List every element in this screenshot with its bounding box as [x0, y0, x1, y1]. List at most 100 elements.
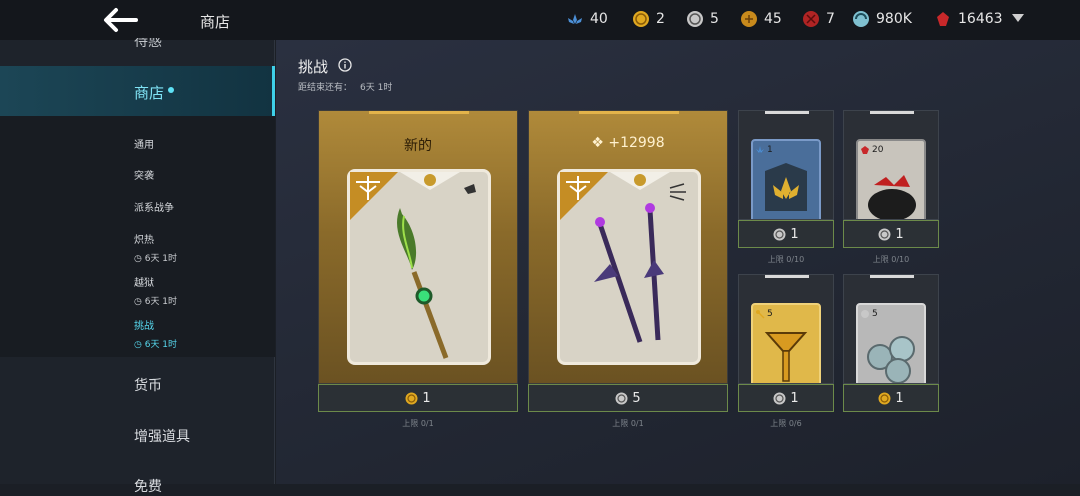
sidebar-item-currency[interactable]: 货币 — [134, 375, 162, 395]
currency-bronze-value: 45 — [764, 11, 782, 27]
submenu-item-label: 炽热 — [134, 235, 154, 246]
card-top-accent — [369, 111, 469, 114]
currency-red[interactable]: 7 — [802, 10, 835, 28]
card-header-value: +12998 — [608, 135, 665, 151]
currency-red-value: 7 — [826, 11, 835, 27]
twin-daggers-icon — [566, 172, 686, 343]
offer-card-daggers[interactable]: ❖ +12998 — [528, 110, 728, 384]
top-bar: 商店 40 2 5 45 7 980K 16463 — [0, 0, 1080, 40]
item-quantity: 5 — [767, 309, 773, 319]
sidebar: 待惑 商店 通用 突袭 派系战争 炽热 ◷ 6天 1时 越狱 ◷ 6天 1时 挑… — [0, 38, 275, 495]
notification-dot — [168, 87, 174, 93]
silver-coin-icon — [861, 310, 869, 318]
purchase-limit: 上限 0/1 — [612, 419, 644, 428]
purchase-limit: 上限 0/10 — [872, 255, 910, 264]
buy-button-gem-pouch[interactable]: 1 — [843, 220, 939, 248]
currency-gold-value: 2 — [656, 11, 665, 27]
submenu-item-timer: ◷ 6天 1时 — [134, 297, 178, 307]
currency-lotus-value: 40 — [590, 11, 608, 27]
offer-card-silver-coins[interactable]: 5 — [843, 274, 939, 384]
sidebar-item-shop[interactable]: 商店 — [0, 66, 275, 116]
red-coin-icon — [803, 11, 819, 27]
bronze-coin-icon — [741, 11, 757, 27]
submenu-item-label: 越狱 — [134, 278, 154, 289]
submenu-item-faction-war[interactable]: 派系战争 — [134, 199, 174, 214]
item-quantity: 20 — [872, 145, 884, 155]
silver-coin-icon — [615, 392, 628, 404]
sidebar-item-shop-label: 商店 — [134, 84, 165, 102]
page-title: 商店 — [200, 13, 231, 31]
submenu-item-timer: ◷ 6天 1时 — [134, 254, 178, 264]
submenu-item-challenge[interactable]: 挑战 ◷ 6天 1时 — [134, 317, 177, 350]
expand-currencies-icon[interactable] — [1012, 14, 1024, 22]
silver-coin-icon — [687, 11, 703, 27]
currency-silver-value: 5 — [710, 11, 719, 27]
currency-gold[interactable]: 2 — [632, 10, 665, 28]
item-quantity: 1 — [767, 145, 773, 155]
back-arrow-icon[interactable] — [100, 6, 140, 34]
sparkle-icon: ❖ — [591, 135, 609, 151]
countdown-label: 距结束还有： — [298, 83, 353, 93]
currency-gem-value: 16463 — [958, 11, 1003, 27]
lotus-icon — [568, 14, 582, 24]
item-art-frame — [347, 169, 491, 365]
submenu-item-label: 挑战 — [134, 321, 154, 332]
purchase-limit: 上限 0/1 — [402, 419, 434, 428]
red-gem-icon — [861, 146, 869, 154]
currency-energy[interactable]: 980K — [852, 10, 912, 28]
gold-coin-icon — [633, 11, 649, 27]
info-icon[interactable] — [338, 58, 352, 72]
offer-card-spear[interactable]: 新的 — [318, 110, 518, 384]
card-top-accent — [870, 275, 914, 278]
sidebar-item-free[interactable]: 免费 — [134, 476, 162, 496]
buy-button-silver-coins[interactable]: 1 — [843, 384, 939, 412]
energy-orb-icon — [853, 11, 869, 27]
price-value: 1 — [790, 390, 799, 406]
currency-bronze[interactable]: 45 — [740, 10, 782, 28]
item-art-frame — [557, 169, 701, 365]
currency-lotus[interactable]: 40 — [566, 10, 608, 28]
timer-text: 6天 1时 — [144, 340, 178, 350]
silver-coin-icon — [878, 228, 891, 240]
gold-coin-icon — [405, 392, 418, 404]
price-value: 1 — [895, 390, 904, 406]
section-title: 挑战 — [298, 58, 329, 76]
buy-button-spear[interactable]: 1 — [318, 384, 518, 412]
sidebar-item-boosts[interactable]: 增强道具 — [134, 426, 190, 446]
currency-gem[interactable]: 16463 — [934, 10, 1003, 28]
submenu-item-general[interactable]: 通用 — [134, 136, 154, 151]
currency-silver[interactable]: 5 — [686, 10, 719, 28]
section-subtitle: 距结束还有： 6天 1时 — [298, 80, 392, 93]
key-icon — [756, 310, 765, 319]
card-header: 新的 — [404, 138, 432, 154]
timer-text: 6天 1时 — [144, 297, 178, 307]
price-value: 1 — [790, 226, 799, 242]
countdown-value: 6天 1时 — [360, 83, 393, 93]
price-value: 1 — [422, 390, 431, 406]
buy-button-medallion[interactable]: 1 — [738, 220, 834, 248]
submenu-item-jailbreak[interactable]: 越狱 ◷ 6天 1时 — [134, 274, 177, 307]
red-gem-icon — [937, 12, 949, 26]
gold-coin-icon — [878, 392, 891, 404]
buy-button-key[interactable]: 1 — [738, 384, 834, 412]
buy-button-daggers[interactable]: 5 — [528, 384, 728, 412]
card-top-accent — [579, 111, 679, 114]
offer-card-medallion[interactable]: 1 — [738, 110, 834, 220]
timer-text: 6天 1时 — [144, 254, 178, 264]
submenu-item-raid[interactable]: 突袭 — [134, 167, 154, 182]
currency-energy-value: 980K — [876, 11, 912, 27]
sidebar-item-cut[interactable]: 待惑 — [134, 38, 162, 48]
submenu-item-blazing[interactable]: 炽热 ◷ 6天 1时 — [134, 231, 177, 264]
spear-icon — [356, 172, 476, 359]
submenu-item-timer: ◷ 6天 1时 — [134, 340, 178, 350]
offer-card-gem-pouch[interactable]: 20 — [843, 110, 939, 220]
card-header: ❖ +12998 — [529, 135, 727, 151]
price-value: 1 — [895, 226, 904, 242]
submenu-item-label: 派系战争 — [134, 203, 174, 214]
silver-coin-icon — [773, 228, 786, 240]
submenu-item-label: 突袭 — [134, 171, 154, 182]
silver-coin-icon — [773, 392, 786, 404]
offer-card-key[interactable]: 5 — [738, 274, 834, 384]
card-top-accent — [765, 275, 809, 278]
lotus-icon — [756, 146, 764, 153]
